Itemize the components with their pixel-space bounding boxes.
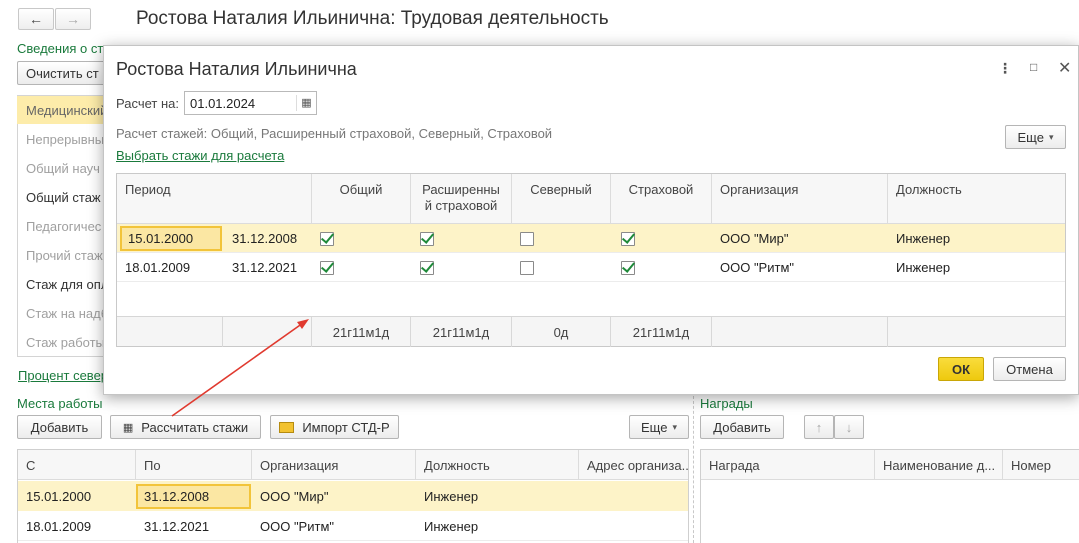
annotation-arrow (171, 319, 309, 417)
